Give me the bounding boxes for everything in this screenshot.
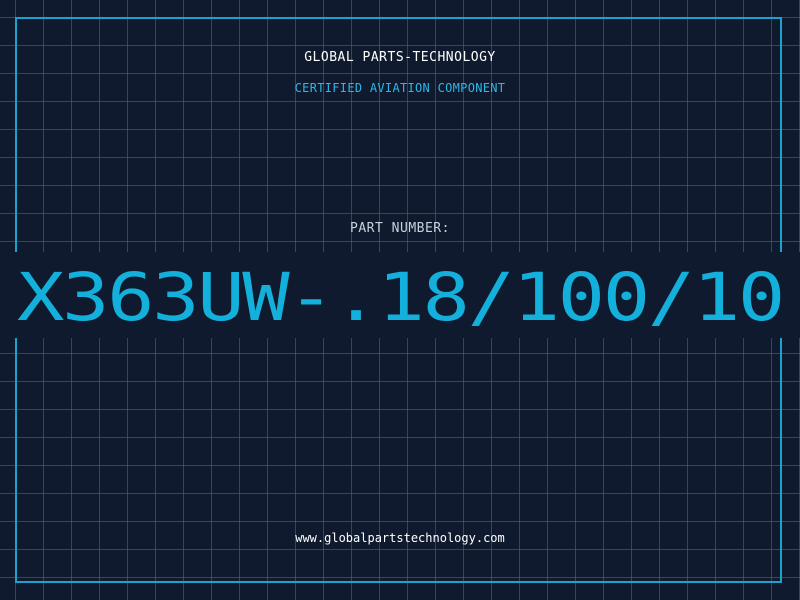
website-link[interactable]: www.globalpartstechnology.com xyxy=(0,531,800,545)
part-number-value: X363UW-.18/100/10 xyxy=(17,259,785,336)
certification-tagline: CERTIFIED AVIATION COMPONENT xyxy=(294,81,506,95)
part-number-label: PART NUMBER: xyxy=(350,221,450,236)
company-name: GLOBAL PARTS-TECHNOLOGY xyxy=(304,50,496,65)
label-canvas: GLOBAL PARTS-TECHNOLOGY CERTIFIED AVIATI… xyxy=(0,0,800,600)
